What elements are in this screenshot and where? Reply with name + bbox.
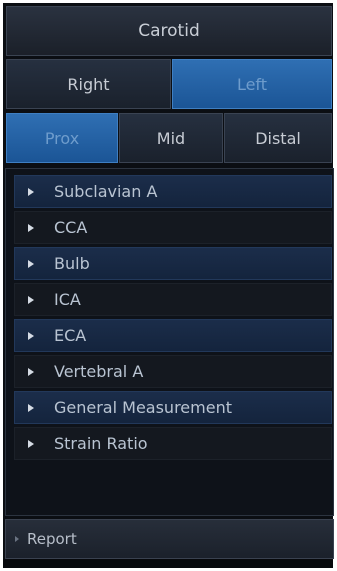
list-item-label: Strain Ratio [54,434,148,453]
list-item-label: ICA [54,290,81,309]
report-label: Report [27,530,77,548]
expand-arrow-icon [28,439,34,448]
list-item-strain-ratio[interactable]: Strain Ratio [14,427,332,460]
segment-mid-tab[interactable]: Mid [119,113,223,163]
segment-distal-tab[interactable]: Distal [224,113,332,163]
list-item-label: Subclavian A [54,182,158,201]
side-left-button[interactable]: Left [172,59,332,109]
expand-arrow-icon [28,187,34,196]
list-item-cca[interactable]: CCA [14,211,332,244]
list-item-bulb[interactable]: Bulb [14,247,332,280]
expand-arrow-icon [28,223,34,232]
carotid-panel: Carotid Right Left Prox Mid Distal Subcl… [3,3,334,568]
panel-title: Carotid [6,6,332,56]
list-item-label: Bulb [54,254,90,273]
list-item-subclavian-a[interactable]: Subclavian A [14,175,332,208]
report-button[interactable]: Report [5,519,334,559]
vessel-list: Subclavian A CCA Bulb ICA ECA Vertebral … [5,168,334,516]
expand-arrow-icon [28,403,34,412]
expand-arrow-icon [28,259,34,268]
list-item-label: General Measurement [54,398,232,417]
expand-arrow-icon [28,295,34,304]
list-item-eca[interactable]: ECA [14,319,332,352]
list-item-vertebral-a[interactable]: Vertebral A [14,355,332,388]
side-right-button[interactable]: Right [6,59,171,109]
list-item-label: ECA [54,326,87,345]
list-item-general-measurement[interactable]: General Measurement [14,391,332,424]
expand-arrow-icon [28,367,34,376]
list-item-label: CCA [54,218,88,237]
report-arrow-icon [15,536,19,542]
expand-arrow-icon [28,331,34,340]
bottom-edge [3,559,333,568]
list-item-label: Vertebral A [54,362,144,381]
segment-prox-tab[interactable]: Prox [6,113,118,163]
list-item-ica[interactable]: ICA [14,283,332,316]
